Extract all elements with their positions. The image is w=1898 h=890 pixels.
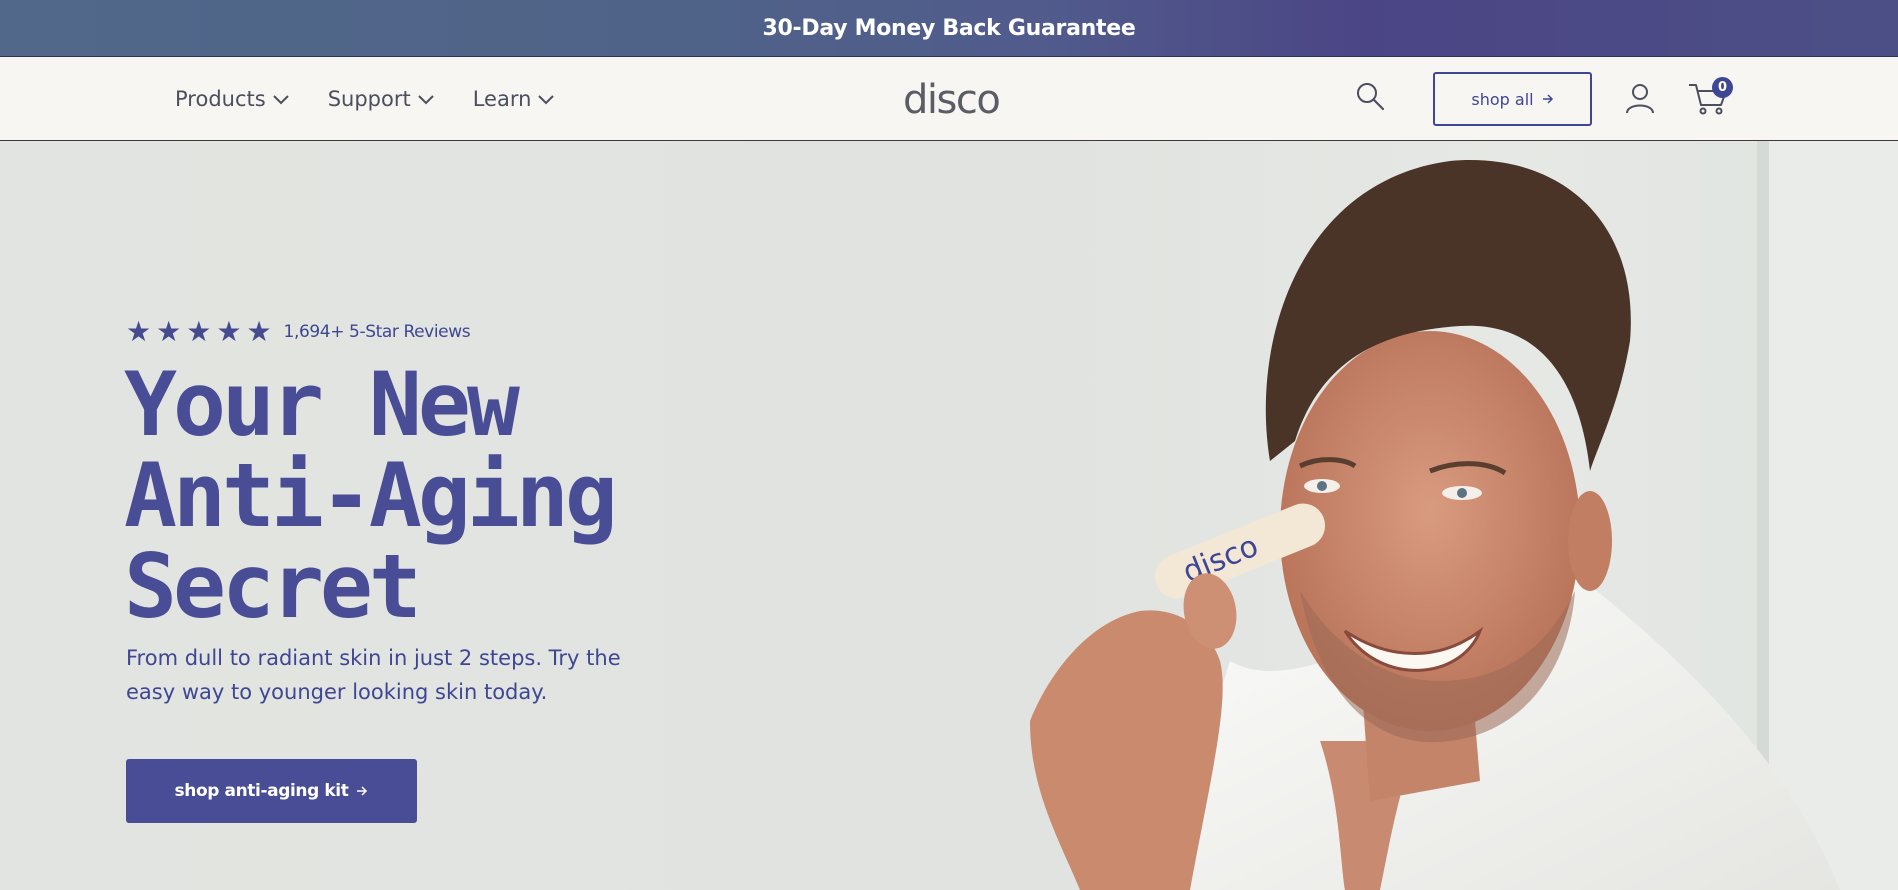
- star-icon: ★: [186, 315, 212, 348]
- star-icon: ★: [126, 315, 152, 348]
- nav-support-label: Support: [327, 87, 411, 111]
- logo[interactable]: disco: [903, 77, 1001, 123]
- hero-subhead: From dull to radiant skin in just 2 step…: [126, 646, 621, 704]
- star-rating: ★ ★ ★ ★ ★: [126, 318, 272, 346]
- nav-products-label: Products: [175, 87, 266, 111]
- nav-learn-label: Learn: [472, 87, 532, 111]
- nav-learn[interactable]: Learn: [473, 87, 556, 111]
- site-header: Products Support Learn disco shop all 0: [0, 57, 1898, 141]
- nav-products[interactable]: Products: [175, 87, 290, 111]
- nav-support[interactable]: Support: [328, 87, 435, 111]
- star-icon: ★: [216, 315, 242, 348]
- cta-label: shop anti-aging kit: [174, 781, 349, 801]
- announcement-text: 30-Day Money Back Guarantee: [762, 15, 1136, 41]
- announcement-bar: 30-Day Money Back Guarantee: [0, 0, 1898, 57]
- headline-line-1: Your New: [124, 353, 520, 456]
- chevron-down-icon: [417, 95, 434, 105]
- headline-line-3: Secret: [124, 535, 422, 638]
- star-icon: ★: [246, 315, 272, 348]
- rating: ★ ★ ★ ★ ★ 1,694+ 5-Star Reviews: [126, 318, 471, 346]
- shop-all-button[interactable]: shop all: [1433, 72, 1592, 126]
- chevron-down-icon: [272, 95, 289, 105]
- user-icon[interactable]: [1625, 82, 1655, 114]
- arrow-right-icon: [1542, 94, 1553, 104]
- cart-count-badge: 0: [1712, 77, 1733, 98]
- hero-section: disco ★ ★ ★ ★ ★ 1,694+ 5-Star Reviews Yo…: [0, 141, 1898, 890]
- star-icon: ★: [156, 315, 182, 348]
- reviews-count[interactable]: 1,694+ 5-Star Reviews: [284, 322, 471, 342]
- shop-all-label: shop all: [1471, 89, 1534, 109]
- headline-line-2: Anti-Aging: [124, 444, 618, 547]
- hero-headline: Your New Anti-Aging Secret: [124, 359, 744, 632]
- arrow-right-icon: [357, 786, 368, 796]
- shop-anti-aging-kit-button[interactable]: shop anti-aging kit: [126, 759, 417, 823]
- chevron-down-icon: [538, 95, 555, 105]
- search-icon[interactable]: [1355, 81, 1385, 111]
- main-nav: Products Support Learn: [175, 57, 555, 141]
